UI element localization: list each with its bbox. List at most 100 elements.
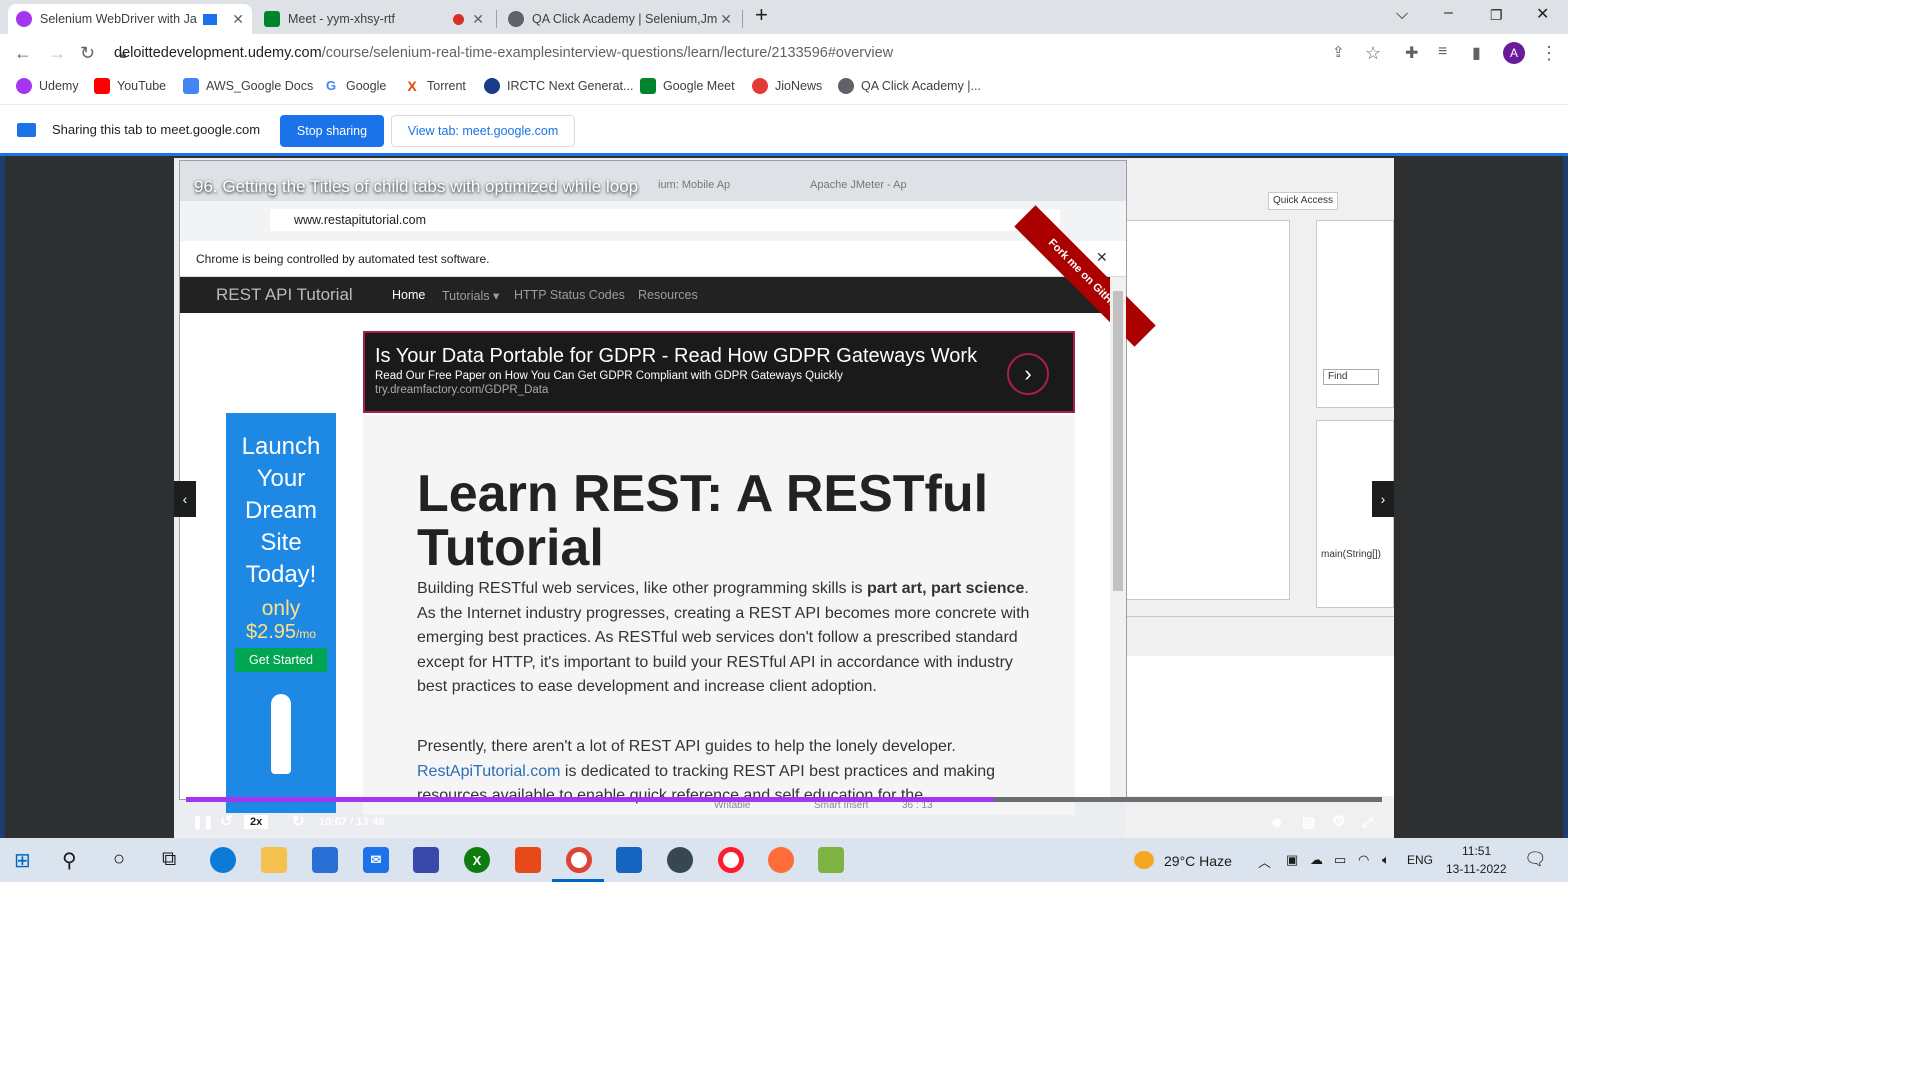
side-ad-per: /mo bbox=[296, 627, 317, 641]
tab-search-icon[interactable]: ⌵ bbox=[1396, 6, 1408, 24]
pause-icon[interactable]: ❚❚ bbox=[192, 814, 214, 830]
office-icon[interactable] bbox=[515, 847, 541, 873]
rewind-icon[interactable]: ↺ bbox=[220, 812, 233, 830]
restore-button[interactable]: ❐ bbox=[1490, 7, 1503, 24]
screen-share-icon bbox=[202, 13, 217, 25]
playback-speed-button[interactable]: 2x bbox=[244, 815, 269, 829]
app-green-icon[interactable] bbox=[818, 847, 844, 873]
device-icon[interactable]: ▣ bbox=[1286, 852, 1298, 868]
nav-home: Home bbox=[392, 288, 426, 302]
close-icon[interactable]: ✕ bbox=[232, 11, 244, 28]
cloud-icon[interactable]: ☁ bbox=[1310, 852, 1323, 868]
clock-time[interactable]: 11:51 bbox=[1462, 844, 1491, 858]
page-heading: Learn REST: A RESTful Tutorial bbox=[417, 465, 989, 577]
url-field[interactable]: deloittedevelopment.udemy.com/course/sel… bbox=[114, 45, 893, 61]
close-icon[interactable]: ✕ bbox=[472, 11, 484, 28]
edge-icon[interactable] bbox=[210, 847, 236, 873]
next-lecture-button[interactable]: › bbox=[1372, 481, 1394, 517]
bookmark-star-icon[interactable]: ☆ bbox=[1365, 43, 1381, 64]
media-control-icon[interactable]: ≡ bbox=[1438, 43, 1447, 61]
fullscreen-icon[interactable]: ⤢ bbox=[1362, 814, 1373, 831]
close-window-button[interactable]: ✕ bbox=[1536, 4, 1549, 24]
forward-icon[interactable]: → bbox=[48, 43, 66, 64]
menu-kebab-icon[interactable]: ⋮ bbox=[1540, 43, 1558, 64]
forward-icon[interactable]: ↻ bbox=[292, 812, 305, 830]
share-icon[interactable]: ⇪ bbox=[1332, 43, 1345, 61]
side-panel-icon[interactable]: ▮ bbox=[1472, 43, 1481, 63]
close-icon: ✕ bbox=[1096, 249, 1108, 265]
tab-google-meet[interactable]: Meet - yym-xhsy-rtf ✕ bbox=[256, 4, 492, 34]
inner-url-field: www.restapitutorial.com bbox=[270, 209, 1060, 231]
previous-lecture-button[interactable]: ‹ bbox=[174, 481, 196, 517]
app-blue-icon[interactable] bbox=[616, 847, 642, 873]
clock-date[interactable]: 13-11-2022 bbox=[1446, 862, 1507, 876]
cortana-icon[interactable]: ○ bbox=[113, 848, 125, 871]
bookmark-irctc[interactable]: IRCTC Next Generat... bbox=[484, 78, 633, 94]
view-tab-button[interactable]: View tab: meet.google.com bbox=[391, 115, 575, 147]
app-icon[interactable] bbox=[413, 847, 439, 873]
back-icon[interactable]: ← bbox=[14, 43, 32, 64]
extensions-icon[interactable]: ✚ bbox=[1405, 43, 1418, 63]
chrome-icon[interactable] bbox=[566, 847, 592, 873]
jionews-icon bbox=[752, 78, 768, 94]
nav-resources: Resources bbox=[638, 288, 698, 302]
udemy-icon bbox=[16, 78, 32, 94]
battery-icon[interactable]: ▭ bbox=[1334, 852, 1346, 868]
chevron-up-icon[interactable]: ︿ bbox=[1258, 852, 1271, 871]
mail-icon[interactable]: ✉ bbox=[363, 847, 389, 873]
store-icon[interactable] bbox=[312, 847, 338, 873]
search-icon[interactable]: ⚲ bbox=[62, 848, 77, 873]
nav-http-status-codes: HTTP Status Codes bbox=[514, 288, 625, 302]
volume-icon[interactable]: 🔊︎ bbox=[1272, 814, 1281, 831]
xbox-icon[interactable]: X bbox=[464, 847, 490, 873]
tab-sharing-bar: Sharing this tab to meet.google.com Stop… bbox=[0, 104, 1568, 156]
weather-icon bbox=[1134, 851, 1154, 869]
site-navbar: REST API Tutorial Home Tutorials ▾ HTTP … bbox=[180, 277, 1110, 313]
bookmark-torrent[interactable]: X Torrent bbox=[404, 78, 466, 94]
opera-icon[interactable] bbox=[718, 847, 744, 873]
bookmark-jionews[interactable]: JioNews bbox=[752, 78, 822, 94]
windows-start-icon[interactable]: ⊞ bbox=[14, 848, 31, 873]
minimize-button[interactable]: – bbox=[1444, 4, 1453, 22]
google-meet-icon bbox=[264, 11, 280, 27]
browser-tab-strip: Selenium WebDriver with Ja ✕ Meet - yym-… bbox=[0, 0, 1568, 34]
editor-pane bbox=[1126, 220, 1290, 600]
profile-avatar[interactable]: A bbox=[1503, 42, 1525, 64]
postman-icon[interactable] bbox=[768, 847, 794, 873]
video-frame[interactable]: Quick Access Find main(String[]) ium: Mo… bbox=[174, 158, 1394, 838]
captions-icon[interactable]: ▤ bbox=[1302, 814, 1315, 831]
video-progress-bar[interactable] bbox=[186, 797, 1382, 802]
weather-text[interactable]: 29°C Haze bbox=[1164, 853, 1232, 869]
site-brand: REST API Tutorial bbox=[216, 285, 353, 304]
settings-gear-icon[interactable]: ⚙ bbox=[1332, 812, 1345, 830]
recording-icon bbox=[453, 13, 464, 25]
bookmark-google-meet[interactable]: Google Meet bbox=[640, 78, 735, 94]
bookmark-google[interactable]: G Google bbox=[323, 78, 386, 94]
bookmark-qa-click-academy[interactable]: QA Click Academy |... bbox=[838, 78, 981, 94]
reload-icon[interactable]: ↻ bbox=[80, 43, 95, 64]
tab-udemy-course[interactable]: Selenium WebDriver with Ja ✕ bbox=[8, 4, 252, 34]
eclipse-ide-panel: Quick Access Find main(String[]) bbox=[1126, 158, 1394, 838]
notifications-icon[interactable]: 🗨︎ bbox=[1524, 849, 1547, 870]
tab-qa-click-academy[interactable]: QA Click Academy | Selenium,Jm ✕ bbox=[500, 4, 740, 34]
stop-sharing-button[interactable]: Stop sharing bbox=[280, 115, 384, 147]
wifi-icon[interactable]: ◠ bbox=[1358, 852, 1369, 868]
eclipse-icon[interactable] bbox=[667, 847, 693, 873]
file-explorer-icon[interactable] bbox=[261, 847, 287, 873]
speaker-icon[interactable]: 🔈︎ bbox=[1382, 852, 1390, 868]
side-ad-only: only bbox=[261, 597, 301, 620]
tab-title: QA Click Academy | Selenium,Jm bbox=[532, 12, 718, 26]
rocket-icon bbox=[271, 694, 291, 774]
bookmark-youtube[interactable]: YouTube bbox=[94, 78, 166, 94]
ad-subtitle: Read Our Free Paper on How You Can Get G… bbox=[375, 370, 843, 382]
bookmark-udemy[interactable]: Udemy bbox=[16, 78, 79, 94]
new-tab-button[interactable]: + bbox=[755, 2, 768, 28]
language-indicator[interactable]: ENG bbox=[1407, 853, 1433, 867]
bookmark-aws-google-docs[interactable]: AWS_Google Docs bbox=[183, 78, 313, 94]
task-view-icon[interactable]: ⧉ bbox=[162, 848, 176, 871]
find-field: Find bbox=[1323, 369, 1379, 385]
close-icon[interactable]: ✕ bbox=[720, 11, 732, 28]
inner-tab-jmeter: Apache JMeter - Ap bbox=[810, 179, 907, 191]
windows-taskbar: ⊞ ⚲ ○ ⧉ ✉ X 29°C Haze ︿ ▣ ☁ ▭ ◠ 🔈︎ ENG 1… bbox=[0, 838, 1568, 882]
controlled-chrome-window: ium: Mobile Ap Apache JMeter - Ap www.re… bbox=[179, 160, 1156, 815]
